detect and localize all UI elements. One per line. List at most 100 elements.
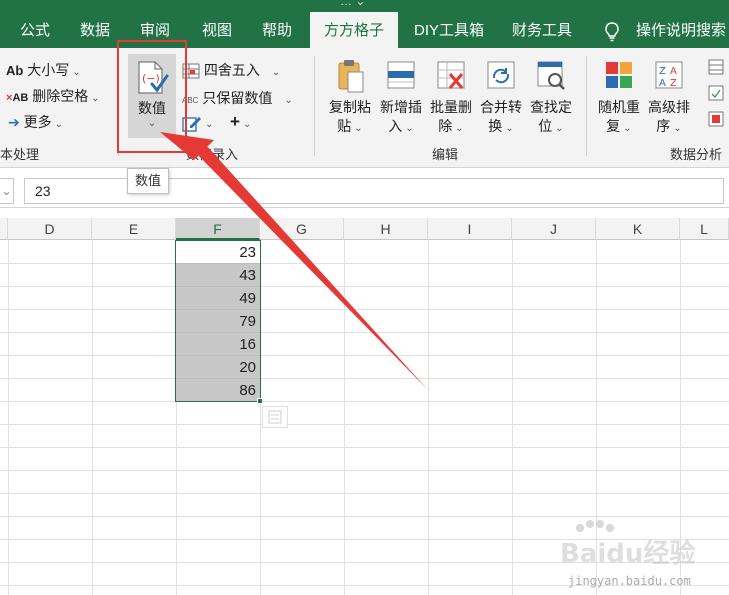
ribbon: Ab 大小写 ⌄ ×AB 删除空格 ⌄ ➔ 更多 ⌄ 本处理 (−) 数值 ⌄ 四舍五… [0, 48, 729, 168]
analysis-small-button-3[interactable] [708, 110, 724, 127]
chevron-down-icon: ⌄ [242, 119, 252, 130]
batch-delete-button[interactable]: 批量删 除 ⌄ [426, 58, 476, 138]
find-locate-label: 查找定 [530, 99, 572, 115]
round-button[interactable]: 四舍五入 ⌄ [182, 60, 280, 80]
merge-convert-label-2: 换 [488, 118, 503, 134]
group-separator [586, 56, 587, 156]
grid-line [512, 240, 513, 595]
random-repeat-label-2: 复 [606, 118, 621, 134]
copy-paste-label-2: 贴 [337, 118, 352, 134]
column-header-i[interactable]: I [428, 218, 512, 240]
advanced-sort-label: 高级排 [648, 99, 690, 115]
analysis-small-button-1[interactable] [708, 58, 724, 75]
keep-value-label: 只保留数值 [202, 90, 273, 106]
insert-button[interactable]: 新增插 入 ⌄ [376, 58, 426, 138]
tab-data[interactable]: 数据 [74, 14, 116, 48]
plus-icon: + [230, 112, 240, 131]
grid-line [260, 240, 261, 595]
analysis-group-label: 数据分析 [670, 147, 723, 162]
grid-line [0, 424, 729, 425]
insert-label: 新增插 [380, 99, 422, 115]
cell-f3[interactable]: 49 [176, 287, 260, 310]
grid-line [0, 309, 729, 310]
column-header-j[interactable]: J [512, 218, 596, 240]
round-label: 四舍五入 [203, 62, 260, 78]
copy-paste-button[interactable]: 复制粘 贴 ⌄ [324, 58, 376, 138]
column-header-f[interactable]: F [176, 218, 260, 240]
cell-f5[interactable]: 16 [176, 333, 260, 356]
tab-help[interactable]: 帮助 [256, 14, 298, 48]
plus-button[interactable]: + ⌄ [230, 112, 251, 132]
formula-bar: ⌄ 23 [0, 174, 729, 208]
remove-space-button[interactable]: ×AB 删除空格 ⌄ [6, 86, 100, 106]
grid-line [344, 240, 345, 595]
cell-f6[interactable]: 20 [176, 356, 260, 379]
column-header-e[interactable]: E [92, 218, 176, 240]
chevron-down-icon: ⌄ [505, 123, 514, 134]
merge-convert-button[interactable]: 合并转 换 ⌄ [476, 58, 526, 138]
chevron-down-icon: ⌄ [54, 119, 64, 130]
cell-f7[interactable]: 86 [176, 379, 260, 402]
keep-value-button[interactable]: ABC 只保留数值 ⌄ [182, 88, 293, 108]
case-icon: Ab [6, 63, 24, 78]
chevron-down-icon: ⌄ [455, 123, 464, 134]
column-header-g[interactable]: G [260, 218, 344, 240]
quick-analysis-icon[interactable] [262, 406, 288, 428]
tab-diy-toolbox[interactable]: DIY工具箱 [408, 14, 490, 48]
grid-line [0, 401, 729, 402]
find-magnifier-icon [537, 61, 565, 90]
cell-f2[interactable]: 43 [176, 264, 260, 287]
grid-line [0, 332, 729, 333]
tab-finance-tools[interactable]: 财务工具 [506, 14, 578, 48]
find-locate-button[interactable]: 查找定 位 ⌄ [526, 58, 576, 138]
grid-line [0, 378, 729, 379]
tab-view[interactable]: 视图 [196, 14, 238, 48]
cell-f1[interactable]: 23 [176, 241, 260, 264]
fill-handle[interactable] [257, 398, 263, 404]
random-blocks-icon [606, 62, 632, 88]
number-group-label: 数值录入 [186, 147, 239, 162]
batch-delete-label: 批量删 [430, 99, 472, 115]
svg-text:A: A [670, 66, 677, 77]
cell-f4[interactable]: 79 [176, 310, 260, 333]
number-tooltip: 数值 [127, 168, 169, 194]
more-label: 更多 [23, 114, 52, 130]
random-repeat-button[interactable]: 随机重 复 ⌄ [594, 58, 644, 138]
chevron-down-icon: ⌄ [271, 67, 281, 78]
case-button[interactable]: Ab 大小写 ⌄ [6, 60, 81, 80]
name-box[interactable]: ⌄ [0, 178, 14, 204]
batch-delete-icon [437, 61, 465, 89]
advanced-sort-button[interactable]: Z A A Z 高级排 序 ⌄ [644, 58, 694, 138]
column-header-h[interactable]: H [344, 218, 428, 240]
group-separator [314, 56, 315, 156]
tell-me-search[interactable]: 操作说明搜索 [630, 14, 729, 48]
sort-az-icon: Z A A Z [655, 61, 683, 89]
lightbulb-icon[interactable] [604, 22, 620, 42]
window-title-fragment: … ⌄ [340, 0, 366, 8]
column-header-c[interactable] [0, 218, 8, 240]
column-header-d[interactable]: D [8, 218, 92, 240]
analysis-small-button-2[interactable] [708, 84, 724, 101]
case-label: 大小写 [27, 62, 70, 78]
grid-line [0, 470, 729, 471]
grid-line [0, 447, 729, 448]
merge-convert-label: 合并转 [480, 99, 522, 115]
arrow-right-icon: ➔ [8, 114, 20, 130]
remove-space-icon: ×AB [6, 92, 29, 104]
grid-red-icon [708, 111, 724, 127]
svg-text:Z: Z [670, 78, 677, 89]
tab-fangfanggezi[interactable]: 方方格子 [310, 12, 399, 48]
chevron-down-icon: ⌄ [354, 123, 363, 134]
more-button[interactable]: ➔ 更多 ⌄ [8, 112, 63, 132]
grid-line [92, 240, 93, 595]
column-header-k[interactable]: K [596, 218, 680, 240]
tab-formulas[interactable]: 公式 [14, 14, 56, 48]
text-group-label: 本处理 [0, 147, 40, 162]
chevron-down-icon: ⌄ [405, 123, 414, 134]
column-header-l[interactable]: L [680, 218, 729, 240]
grid-line [8, 240, 9, 595]
insert-row-icon [387, 61, 415, 89]
chart-check-icon [708, 85, 724, 101]
svg-text:Baidu经验: Baidu经验 [560, 538, 695, 569]
chevron-down-icon: ⌄ [284, 95, 293, 106]
